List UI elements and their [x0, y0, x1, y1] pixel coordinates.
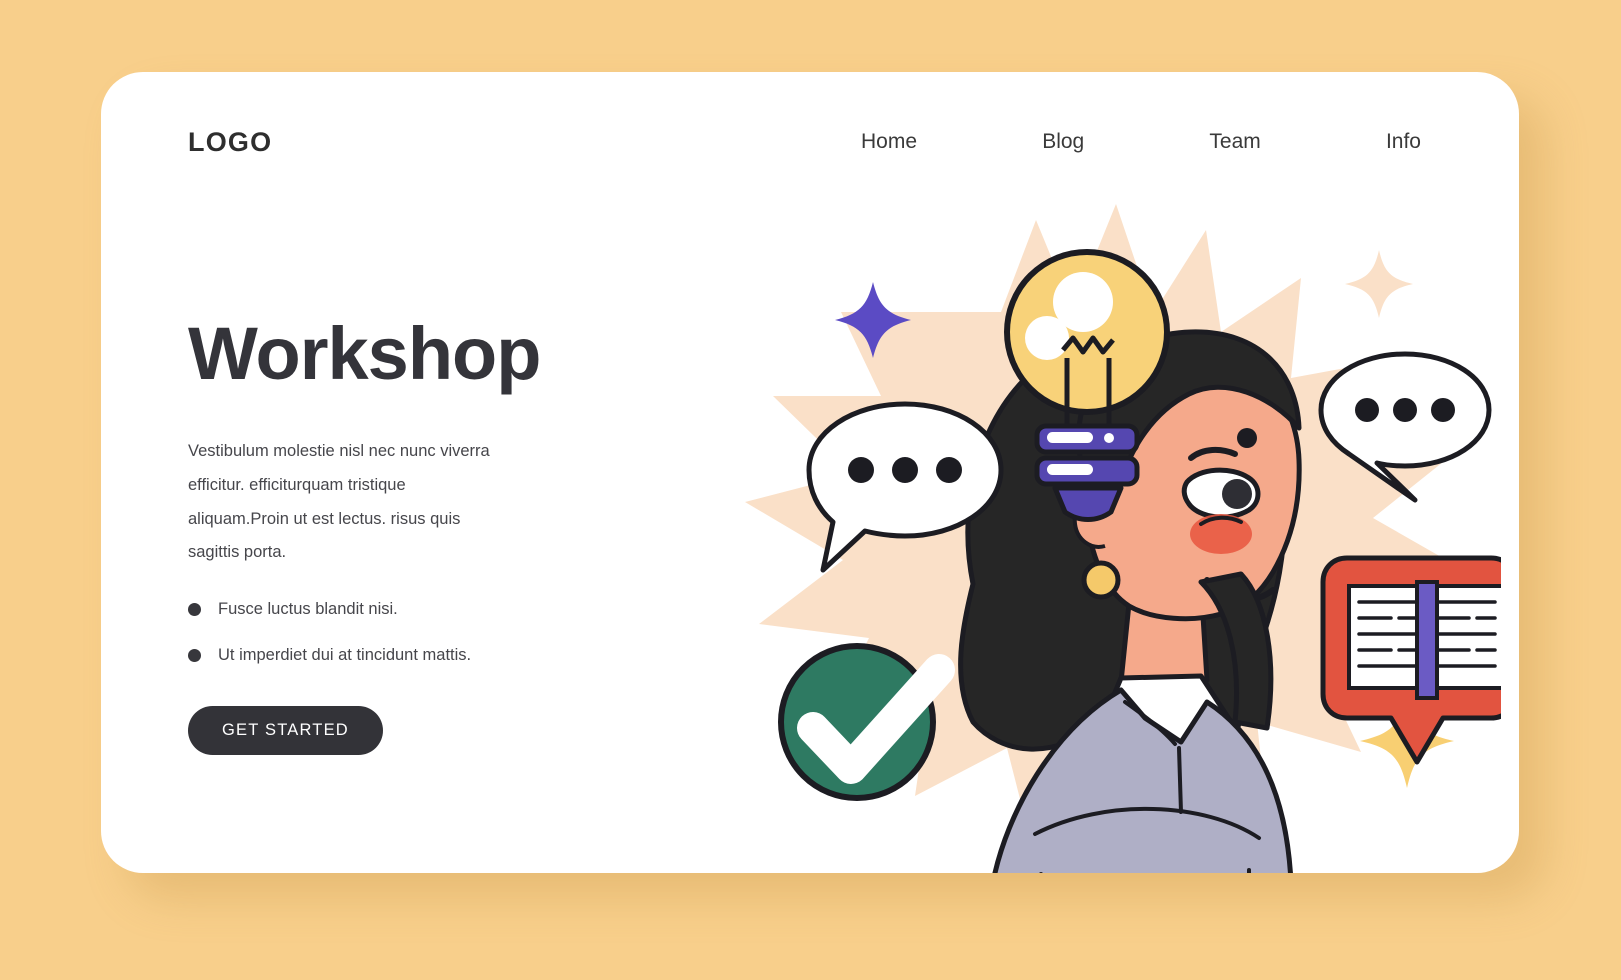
woman-figure — [958, 329, 1302, 873]
hero-illustration — [701, 182, 1501, 873]
list-item: Fusce luctus blandit nisi. — [188, 600, 608, 619]
hero-text-block: Workshop Vestibulum molestie nisl nec nu… — [188, 312, 608, 756]
sparkle-cream — [1345, 250, 1413, 318]
nav-item-team[interactable]: Team — [1209, 130, 1260, 154]
logo[interactable]: LOGO — [188, 127, 272, 158]
nav-item-blog[interactable]: Blog — [1042, 130, 1084, 154]
bullet-dot-icon — [188, 603, 201, 617]
bullet-dot-icon — [188, 649, 201, 663]
hero-card: LOGO Home Blog Team Info Workshop Vestib… — [101, 72, 1519, 873]
page-title: Workshop — [188, 312, 541, 395]
hero-paragraph: Vestibulum molestie nisl nec nunc viverr… — [188, 442, 490, 562]
main-navigation: Home Blog Team Info — [861, 130, 1421, 154]
list-item-label: Fusce luctus blandit nisi. — [218, 600, 398, 619]
list-item: Ut imperdiet dui at tincidunt mattis. — [188, 646, 608, 665]
eye-pupil — [1222, 479, 1252, 509]
checkmark-badge — [778, 643, 955, 801]
nav-item-info[interactable]: Info — [1386, 130, 1421, 154]
feature-list: Fusce luctus blandit nisi. Ut imperdiet … — [188, 600, 608, 665]
get-started-button[interactable]: GET STARTED — [188, 706, 383, 756]
earring-icon — [1081, 560, 1121, 600]
nav-item-home[interactable]: Home — [861, 130, 917, 154]
list-item-label: Ut imperdiet dui at tincidunt mattis. — [218, 646, 472, 665]
